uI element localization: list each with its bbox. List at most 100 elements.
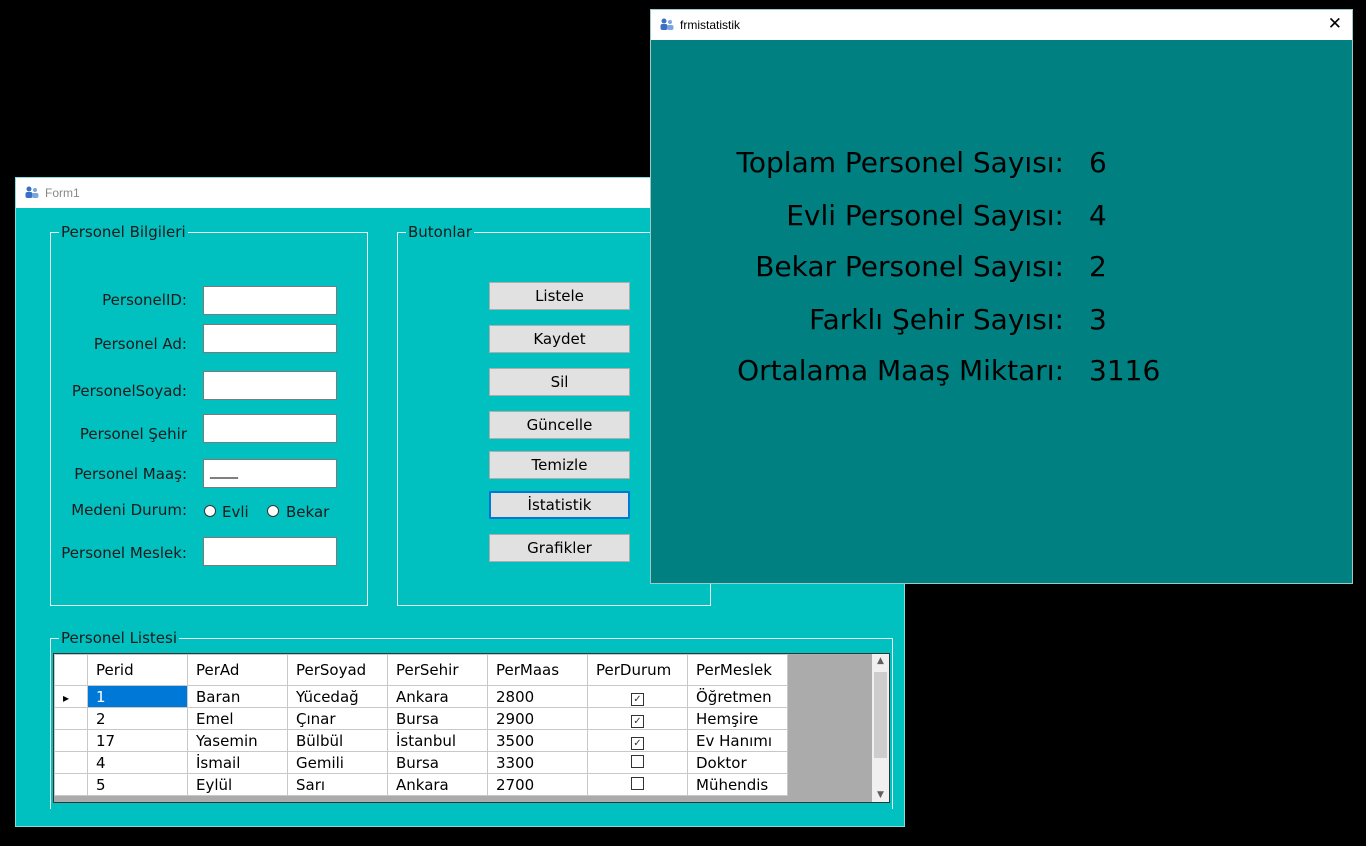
statistics-titlebar[interactable]: frmistatistik ✕	[651, 10, 1352, 40]
married-count-value: 4	[1089, 199, 1107, 232]
table-cell[interactable]: Yücedağ	[287, 685, 388, 708]
row-header[interactable]	[54, 729, 88, 752]
column-header[interactable]: Perid	[87, 654, 188, 686]
scroll-thumb[interactable]	[874, 672, 887, 758]
personel-id-label: PersonelID:	[102, 291, 187, 309]
row-header[interactable]	[54, 773, 88, 796]
table-cell[interactable]	[587, 751, 688, 774]
table-row[interactable]: 2 Emel Çınar Bursa 2900 ✓ Hemşire	[54, 707, 788, 730]
row-header[interactable]	[54, 751, 88, 774]
table-cell[interactable]: 2800	[487, 685, 588, 708]
table-cell[interactable]: Ev Hanımı	[687, 729, 788, 752]
sil-button[interactable]: Sil	[489, 368, 630, 396]
table-cell[interactable]: Hemşire	[687, 707, 788, 730]
scroll-down-icon[interactable]: ▼	[872, 790, 889, 800]
table-cell[interactable]: Yasemin	[187, 729, 288, 752]
column-header[interactable]: PerSoyad	[287, 654, 388, 686]
column-header[interactable]: PerMeslek	[687, 654, 788, 686]
table-cell[interactable]: Doktor	[687, 751, 788, 774]
personel-meslek-label: Personel Meslek:	[61, 544, 187, 562]
personel-soyad-label: PersonelSoyad:	[71, 382, 187, 400]
table-cell[interactable]: Emel	[187, 707, 288, 730]
checkbox-unchecked-icon[interactable]	[631, 776, 644, 790]
average-salary-value: 3116	[1089, 354, 1161, 387]
listele-button[interactable]: Listele	[489, 282, 630, 310]
single-count-value: 2	[1089, 250, 1107, 283]
app-users-icon	[660, 18, 674, 30]
table-row[interactable]: ▸ 1 Baran Yücedağ Ankara 2800 ✓ Öğretmen	[54, 685, 788, 708]
evli-radio[interactable]	[204, 505, 216, 517]
table-cell[interactable]: Baran	[187, 685, 288, 708]
table-cell[interactable]: 17	[87, 729, 188, 752]
checkbox-unchecked-icon[interactable]	[631, 754, 644, 768]
table-cell[interactable]: 2900	[487, 707, 588, 730]
column-header[interactable]: PerSehir	[387, 654, 488, 686]
single-count-label: Bekar Personel Sayısı:	[755, 250, 1064, 283]
scroll-up-icon[interactable]: ▲	[872, 656, 889, 666]
personel-list-group-title: Personel Listesi	[59, 629, 180, 647]
grid-vertical-scrollbar[interactable]: ▲ ▼	[872, 654, 889, 802]
temizle-button[interactable]: Temizle	[489, 451, 630, 479]
grid-corner-header	[54, 654, 88, 686]
personel-maas-input[interactable]: ____	[203, 459, 337, 488]
table-cell[interactable]: Bursa	[387, 707, 488, 730]
column-header[interactable]: PerAd	[187, 654, 288, 686]
table-cell[interactable]: Gemili	[287, 751, 388, 774]
checkbox-checked-icon[interactable]: ✓	[631, 714, 644, 728]
table-cell[interactable]: ✓	[587, 685, 688, 708]
kaydet-button[interactable]: Kaydet	[489, 325, 630, 353]
statistics-window: frmistatistik ✕ Toplam Personel Sayısı: …	[650, 9, 1353, 584]
checkbox-checked-icon[interactable]: ✓	[631, 692, 644, 706]
table-row[interactable]: 5 Eylül Sarı Ankara 2700 Mühendis	[54, 773, 788, 796]
table-cell[interactable]: İstanbul	[387, 729, 488, 752]
row-header[interactable]	[54, 707, 88, 730]
personel-ad-label: Personel Ad:	[93, 335, 187, 353]
personel-meslek-input[interactable]	[203, 537, 337, 566]
table-cell[interactable]: Ankara	[387, 685, 488, 708]
table-cell[interactable]: 1	[87, 685, 188, 708]
form1-title: Form1	[45, 186, 80, 200]
bekar-radio-label[interactable]: Bekar	[286, 503, 329, 521]
guncelle-button[interactable]: Güncelle	[489, 411, 630, 439]
table-cell[interactable]: İsmail	[187, 751, 288, 774]
app-users-icon	[25, 186, 39, 198]
personel-ad-input[interactable]	[203, 324, 337, 353]
table-cell[interactable]: Sarı	[287, 773, 388, 796]
total-count-label: Toplam Personel Sayısı:	[736, 146, 1064, 179]
checkbox-checked-icon[interactable]: ✓	[631, 736, 644, 750]
evli-radio-label[interactable]: Evli	[222, 503, 249, 521]
total-count-value: 6	[1089, 146, 1107, 179]
table-cell[interactable]: Bülbül	[287, 729, 388, 752]
table-cell[interactable]: Ankara	[387, 773, 488, 796]
table-cell[interactable]: ✓	[587, 729, 688, 752]
table-cell[interactable]: 2700	[487, 773, 588, 796]
personel-sehir-input[interactable]	[203, 414, 337, 443]
table-row[interactable]: 17 Yasemin Bülbül İstanbul 3500 ✓ Ev Hanımı	[54, 729, 788, 752]
table-cell[interactable]: Öğretmen	[687, 685, 788, 708]
table-cell[interactable]: 4	[87, 751, 188, 774]
buttons-group-title: Butonlar	[406, 223, 474, 241]
table-cell[interactable]: 2	[87, 707, 188, 730]
row-pointer-icon: ▸	[63, 690, 70, 705]
column-header[interactable]: PerDurum	[587, 654, 688, 686]
table-cell[interactable]: Çınar	[287, 707, 388, 730]
table-cell[interactable]: Eylül	[187, 773, 288, 796]
table-row[interactable]: 4 İsmail Gemili Bursa 3300 Doktor	[54, 751, 788, 774]
table-cell[interactable]	[587, 773, 688, 796]
table-cell[interactable]: ✓	[587, 707, 688, 730]
bekar-radio[interactable]	[267, 505, 279, 517]
row-header[interactable]: ▸	[54, 685, 88, 708]
personel-id-input[interactable]	[203, 286, 337, 315]
table-cell[interactable]: 5	[87, 773, 188, 796]
personel-data-grid[interactable]: Perid PerAd PerSoyad PerSehir PerMaas Pe…	[53, 653, 890, 803]
grafikler-button[interactable]: Grafikler	[489, 534, 630, 562]
average-salary-label: Ortalama Maaş Miktarı:	[737, 354, 1064, 387]
close-icon[interactable]: ✕	[1328, 14, 1342, 34]
istatistik-button[interactable]: İstatistik	[489, 491, 630, 519]
column-header[interactable]: PerMaas	[487, 654, 588, 686]
table-cell[interactable]: 3300	[487, 751, 588, 774]
personel-soyad-input[interactable]	[203, 371, 337, 400]
table-cell[interactable]: Bursa	[387, 751, 488, 774]
table-cell[interactable]: 3500	[487, 729, 588, 752]
table-cell[interactable]: Mühendis	[687, 773, 788, 796]
